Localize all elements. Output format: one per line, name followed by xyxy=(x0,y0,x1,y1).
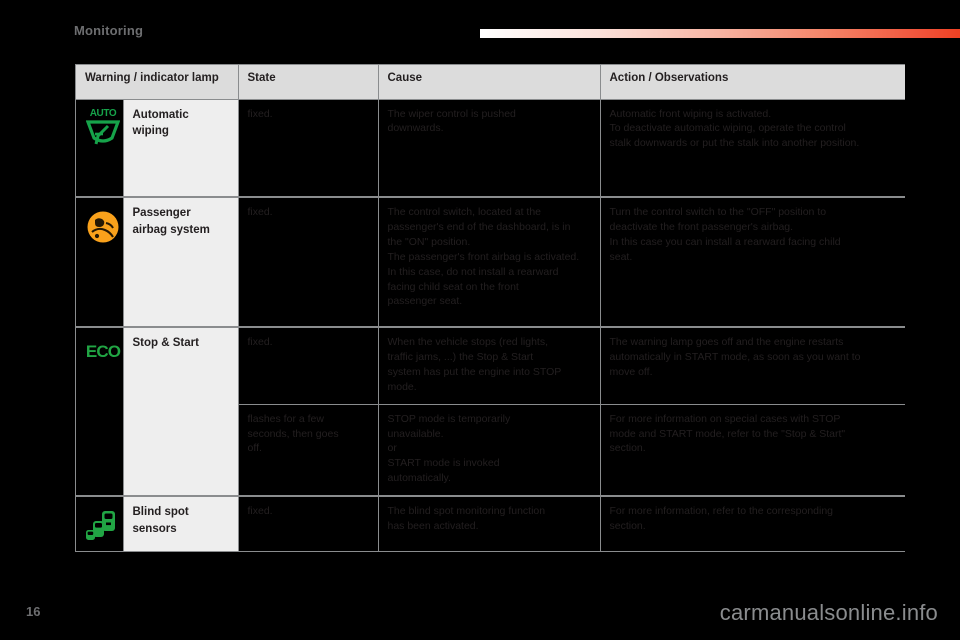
table-row: Passenger airbag system fixed. The contr… xyxy=(76,196,905,328)
warning-lamp-table: Warning / indicator lamp State Cause Act… xyxy=(75,64,905,553)
state-cell: flashes for a few seconds, then goes off… xyxy=(237,403,379,497)
action-cell: Turn the control switch to the "OFF" pos… xyxy=(599,196,905,328)
lamp-icon-cell xyxy=(76,196,124,328)
lamp-label-cell: Blind spot sensors xyxy=(122,495,239,552)
state-cell: fixed. xyxy=(237,325,379,405)
lamp-label: Blind spot sensors xyxy=(132,506,189,535)
lamp-icon-cell xyxy=(76,495,124,552)
lamp-label-cell: Automatic wiping xyxy=(122,98,239,198)
action-cell: The warning lamp goes off and the engine… xyxy=(599,325,905,405)
eco-icon: ECO xyxy=(85,337,121,377)
column-header-action: Action / Observations xyxy=(599,65,905,100)
column-header-cause: Cause xyxy=(377,65,601,100)
action-cell: For more information on special cases wi… xyxy=(599,403,905,497)
lamp-icon-cell: ECO xyxy=(76,325,124,497)
state-cell: fixed. xyxy=(237,98,379,198)
cause-cell: The wiper control is pushed downwards. xyxy=(377,98,601,198)
lamp-label: Passenger airbag system xyxy=(132,207,210,236)
cause-cell: STOP mode is temporarily unavailable. or… xyxy=(377,403,601,497)
action-cell: For more information, refer to the corre… xyxy=(599,495,905,552)
table-row: ECO Stop & Start fixed. When the vehicle… xyxy=(76,325,905,497)
table-row: Blind spot sensors fixed. The blind spot… xyxy=(76,495,905,552)
site-watermark: carmanualsonline.info xyxy=(719,600,938,625)
state-cell: fixed. xyxy=(237,495,379,552)
page-number: 16 xyxy=(26,604,41,619)
state-cell: fixed. xyxy=(237,196,379,328)
passenger-airbag-icon xyxy=(85,207,121,247)
windshield-wiper-svg xyxy=(85,119,121,144)
cause-cell: The control switch, located at the passe… xyxy=(377,196,601,328)
passenger-airbag-svg xyxy=(87,211,119,243)
lamp-label-cell: Passenger airbag system xyxy=(122,196,239,328)
cause-cell: The blind spot monitoring function has b… xyxy=(377,495,601,552)
eco-icon-text: ECO xyxy=(85,342,121,361)
lamp-label: Automatic wiping xyxy=(132,108,189,138)
table-row: AUTO Automatic wiping fixed. The wiper c… xyxy=(76,98,905,198)
page-header: Monitoring xyxy=(0,0,960,52)
chapter-title: Monitoring xyxy=(74,23,144,38)
lamp-label-cell: Stop & Start xyxy=(122,325,239,497)
auto-wiping-icon: AUTO xyxy=(85,107,121,151)
wiper-glyph xyxy=(85,119,121,151)
lamp-icon-cell: AUTO xyxy=(76,98,124,198)
cause-cell: When the vehicle stops (red lights, traf… xyxy=(377,325,601,405)
blind-spot-icon xyxy=(85,506,121,542)
auto-wiping-icon-text: AUTO xyxy=(89,107,117,119)
lamp-label: Stop & Start xyxy=(132,337,199,349)
column-header-state: State xyxy=(237,65,379,100)
blind-spot-svg xyxy=(86,511,115,541)
header-accent-rule xyxy=(480,29,960,38)
action-cell: Automatic front wiping is activated. To … xyxy=(599,98,905,198)
table-header-row: Warning / indicator lamp State Cause Act… xyxy=(76,65,905,100)
column-header-lamp: Warning / indicator lamp xyxy=(76,65,239,100)
